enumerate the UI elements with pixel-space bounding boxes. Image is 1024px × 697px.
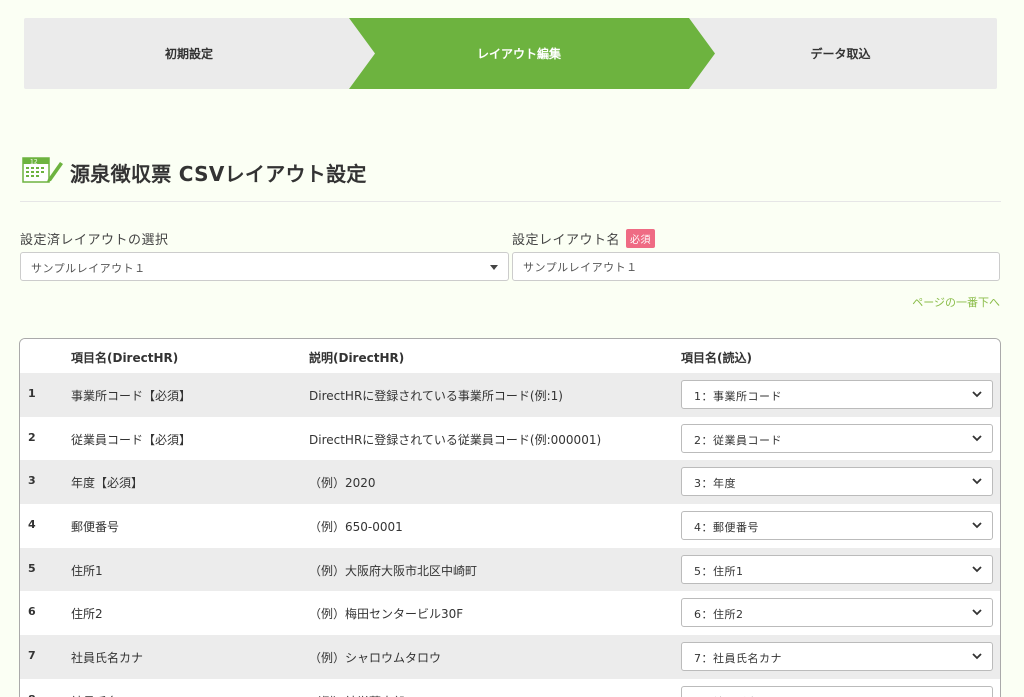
table-row: 1 事業所コード【必須】 DirectHRに登録されている事業所コード(例:1) 1：…	[20, 373, 1000, 417]
row-item-name: 社員氏名	[71, 693, 119, 697]
row-import-select-value: 3：年度	[694, 477, 736, 491]
step-label: データ取込	[810, 47, 871, 61]
step-layout-edit[interactable]: レイアウト編集	[354, 18, 684, 89]
table-row: 7 社員氏名カナ （例）シャロウムタロウ 7：社員氏名カナ	[20, 635, 1000, 679]
row-import-select-value: 2：従業員コード	[694, 433, 782, 447]
chevron-down-icon	[971, 606, 983, 618]
row-number: 1	[28, 387, 36, 400]
row-item-name: 事業所コード【必須】	[71, 389, 192, 403]
row-import-select[interactable]: 6：住所2	[681, 598, 993, 628]
page-title: 12 源泉徴収票 CSVレイアウト設定	[22, 155, 367, 189]
chevron-down-icon	[971, 388, 983, 400]
table-row: 2 従業員コード【必須】 DirectHRに登録されている従業員コード(例:0000…	[20, 416, 1000, 461]
row-import-select[interactable]: 2：従業員コード	[681, 423, 993, 453]
chevron-down-icon	[971, 475, 983, 487]
row-import-select[interactable]: 5：住所1	[681, 554, 993, 584]
row-number: 7	[28, 649, 36, 663]
row-item-name: 郵便番号	[71, 520, 120, 535]
table-row: 3 年度【必須】 （例）2020 3：年度	[20, 460, 1000, 505]
step-initial-settings[interactable]: 初期設定	[24, 18, 354, 89]
row-import-select-value: 1：事業所コード	[694, 390, 782, 403]
caret-down-icon	[490, 265, 498, 270]
table-row: 8 社員氏名 （例）社労夢太郎 8：社員氏名	[20, 678, 1000, 697]
row-import-select[interactable]: 4：郵便番号	[681, 511, 993, 541]
calendar-edit-icon: 12	[22, 155, 64, 189]
row-description: （例）650-0001	[309, 520, 403, 535]
row-number: 5	[28, 561, 36, 575]
row-import-select-value: 7：社員氏名カナ	[694, 652, 782, 666]
row-description: （例）大阪府大阪市北区中崎町	[309, 563, 478, 578]
row-import-select-value: 5：住所1	[694, 564, 744, 578]
step-label: 初期設定	[164, 47, 213, 61]
chevron-down-icon	[971, 519, 983, 531]
table-header: 項目名(DirectHR) 説明(DirectHR) 項目名(読込)	[20, 339, 1000, 373]
row-item-name: 従業員コード【必須】	[71, 432, 192, 447]
page-title-text: 源泉徴収票 CSVレイアウト設定	[70, 161, 367, 186]
row-description: （例）社労夢太郎	[309, 693, 405, 697]
row-import-select[interactable]: 3：年度	[681, 467, 993, 497]
chevron-down-icon	[971, 650, 983, 662]
row-import-select[interactable]: 8：社員氏名	[681, 685, 993, 697]
header-description: 説明(DirectHR)	[309, 351, 405, 365]
row-import-select[interactable]: 7：社員氏名カナ	[681, 642, 993, 672]
table-body: 1 事業所コード【必須】 DirectHRに登録されている事業所コード(例:1) 1：…	[20, 373, 1000, 697]
chevron-down-icon	[971, 432, 983, 444]
svg-text:12: 12	[30, 159, 38, 166]
layout-name-label-text: 設定レイアウト名	[512, 233, 621, 248]
scroll-to-bottom-link[interactable]: ページの一番下へ	[912, 294, 1000, 310]
row-import-select-value: 4：郵便番号	[694, 521, 759, 535]
row-number: 6	[28, 605, 36, 619]
row-number: 8	[28, 693, 36, 697]
layout-name-label: 設定レイアウト名 必須	[512, 229, 656, 248]
table-row: 4 郵便番号 （例）650-0001 4：郵便番号	[20, 504, 1000, 548]
row-item-name: 住所2	[71, 607, 103, 622]
row-import-select-value: 6：住所2	[694, 608, 744, 622]
chevron-down-icon	[971, 563, 983, 575]
row-description: DirectHRに登録されている従業員コード(例:000001)	[309, 432, 602, 447]
row-description: （例）2020	[309, 476, 376, 491]
row-import-select[interactable]: 1：事業所コード	[681, 380, 993, 409]
step-label: レイアウト編集	[476, 47, 561, 61]
saved-layout-label: 設定済レイアウトの選択	[20, 233, 169, 248]
row-item-name: 住所1	[71, 563, 103, 578]
header-import-item: 項目名(読込)	[681, 351, 752, 365]
row-number: 3	[28, 474, 36, 488]
row-description: （例）梅田センタービル30F	[309, 607, 464, 622]
row-description: （例）シャロウムタロウ	[309, 651, 442, 666]
step-data-import[interactable]: データ取込	[684, 18, 997, 89]
table-row: 5 住所1 （例）大阪府大阪市北区中崎町 5：住所1	[20, 547, 1000, 592]
row-description: DirectHRに登録されている事業所コード(例:1)	[309, 389, 563, 403]
layout-mapping-table: 項目名(DirectHR) 説明(DirectHR) 項目名(読込) 1 事業所コ…	[19, 338, 1001, 697]
progress-stepper: 初期設定 レイアウト編集 データ取込	[24, 18, 997, 89]
header-item-name: 項目名(DirectHR)	[71, 351, 179, 365]
row-item-name: 年度【必須】	[71, 476, 144, 491]
required-badge: 必須	[626, 229, 656, 248]
row-item-name: 社員氏名カナ	[71, 651, 144, 666]
table-row: 6 住所2 （例）梅田センタービル30F 6：住所2	[20, 591, 1000, 636]
layout-name-input[interactable]	[512, 252, 1000, 281]
title-divider	[20, 201, 1001, 202]
saved-layout-select-value: サンプルレイアウト１	[31, 262, 146, 275]
row-number: 2	[28, 430, 36, 444]
saved-layout-select[interactable]: サンプルレイアウト１	[20, 252, 509, 281]
row-number: 4	[28, 518, 36, 532]
